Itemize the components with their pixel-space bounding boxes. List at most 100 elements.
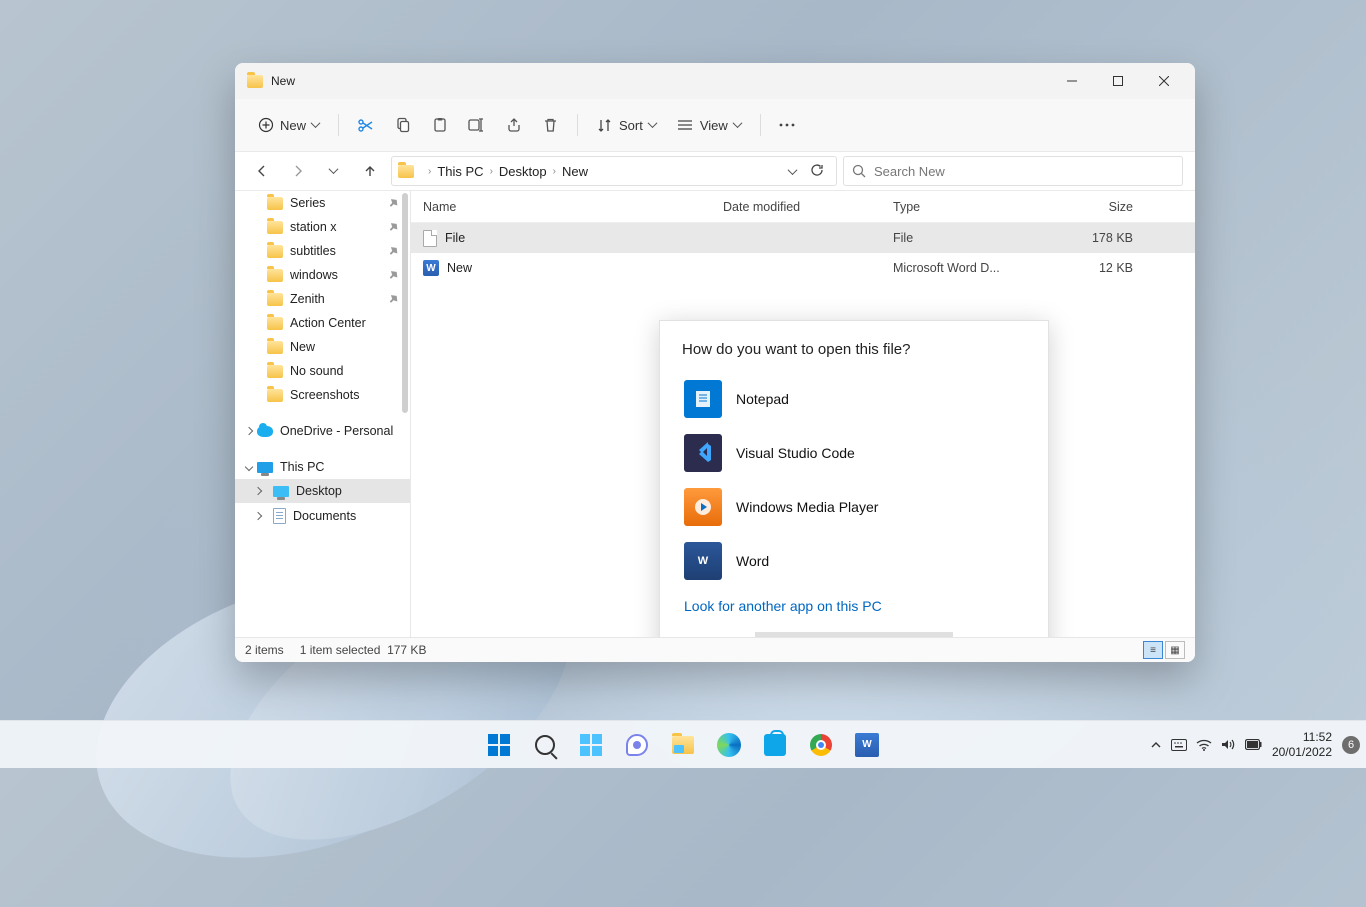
sidebar-item-screenshots[interactable]: Screenshots xyxy=(235,383,410,407)
cut-button[interactable] xyxy=(349,111,382,140)
folder-icon xyxy=(267,293,283,306)
expand-icon[interactable] xyxy=(255,511,265,521)
clipboard-icon xyxy=(431,117,448,134)
file-row[interactable]: New Microsoft Word D... 12 KB xyxy=(411,253,1195,283)
word-doc-icon xyxy=(423,260,439,276)
chrome-button[interactable] xyxy=(801,725,841,765)
pc-icon xyxy=(257,462,273,473)
explorer-body: Series station x subtitles windows Zenit… xyxy=(235,191,1195,637)
recent-button[interactable] xyxy=(319,156,349,186)
sidebar-item-series[interactable]: Series xyxy=(235,191,410,215)
chevron-down-icon xyxy=(649,121,657,129)
ok-button[interactable]: OK xyxy=(755,632,953,637)
col-type[interactable]: Type xyxy=(893,200,1063,214)
copy-button[interactable] xyxy=(386,111,419,140)
chevron-up-icon[interactable] xyxy=(1150,739,1162,751)
sidebar-item-desktop[interactable]: Desktop xyxy=(235,479,410,503)
open-with-dialog: How do you want to open this file? Notep… xyxy=(659,320,1049,637)
wifi-icon[interactable] xyxy=(1196,739,1212,751)
time: 11:52 xyxy=(1272,730,1332,744)
column-headers[interactable]: Name Date modified Type Size xyxy=(411,191,1195,223)
close-button[interactable] xyxy=(1141,63,1187,99)
start-button[interactable] xyxy=(479,725,519,765)
search-button[interactable] xyxy=(525,725,565,765)
battery-icon[interactable] xyxy=(1245,739,1262,750)
sidebar-scrollbar[interactable] xyxy=(400,191,410,637)
ellipsis-icon xyxy=(779,117,796,134)
app-option-word[interactable]: W Word xyxy=(682,534,1026,588)
file-icon xyxy=(423,230,437,247)
col-size[interactable]: Size xyxy=(1063,200,1143,214)
notification-badge[interactable]: 6 xyxy=(1342,736,1360,754)
share-button[interactable] xyxy=(497,111,530,140)
sidebar-item-windows[interactable]: windows xyxy=(235,263,410,287)
address-dropdown[interactable] xyxy=(785,168,800,175)
system-tray[interactable]: 11:52 20/01/2022 6 xyxy=(1150,730,1360,759)
trash-icon xyxy=(542,117,559,134)
folder-icon xyxy=(267,317,283,330)
word-icon: W xyxy=(684,542,722,580)
forward-button[interactable] xyxy=(283,156,313,186)
icons-view-button[interactable]: ▦ xyxy=(1165,641,1185,659)
widgets-button[interactable] xyxy=(571,725,611,765)
col-name[interactable]: Name xyxy=(423,200,723,214)
refresh-button[interactable] xyxy=(804,163,830,180)
new-button[interactable]: New xyxy=(249,111,328,140)
edge-button[interactable] xyxy=(709,725,749,765)
sidebar-item-onedrive[interactable]: OneDrive - Personal xyxy=(235,419,410,443)
sidebar-item-thispc[interactable]: This PC xyxy=(235,455,410,479)
tray-icons[interactable] xyxy=(1150,738,1262,751)
notepad-icon xyxy=(684,380,722,418)
maximize-button[interactable] xyxy=(1095,63,1141,99)
expand-icon[interactable] xyxy=(255,486,265,496)
app-option-notepad[interactable]: Notepad xyxy=(682,372,1026,426)
sidebar-item-documents[interactable]: Documents xyxy=(235,503,410,529)
rename-button[interactable] xyxy=(460,111,493,140)
file-explorer-window: New New Sort View xyxy=(235,63,1195,662)
minimize-button[interactable] xyxy=(1049,63,1095,99)
view-label: View xyxy=(700,118,728,133)
word-button[interactable] xyxy=(847,725,887,765)
folder-icon xyxy=(267,365,283,378)
view-button[interactable]: View xyxy=(669,111,750,140)
title-bar[interactable]: New xyxy=(235,63,1195,99)
sidebar-item-new[interactable]: New xyxy=(235,335,410,359)
delete-button[interactable] xyxy=(534,111,567,140)
col-date[interactable]: Date modified xyxy=(723,200,893,214)
file-row[interactable]: File File 178 KB xyxy=(411,223,1195,253)
paste-button[interactable] xyxy=(423,111,456,140)
breadcrumb-pc[interactable]: This PC xyxy=(437,164,483,179)
file-explorer-button[interactable] xyxy=(663,725,703,765)
sidebar-item-zenith[interactable]: Zenith xyxy=(235,287,410,311)
sort-icon xyxy=(596,117,613,134)
folder-icon xyxy=(247,75,263,88)
navigation-pane[interactable]: Series station x subtitles windows Zenit… xyxy=(235,191,411,637)
breadcrumb-new[interactable]: New xyxy=(562,164,588,179)
address-bar[interactable]: › This PC › Desktop › New xyxy=(391,156,837,186)
back-button[interactable] xyxy=(247,156,277,186)
more-apps-link[interactable]: Look for another app on this PC xyxy=(682,588,1026,618)
breadcrumb-desktop[interactable]: Desktop xyxy=(499,164,547,179)
chat-button[interactable] xyxy=(617,725,657,765)
more-button[interactable] xyxy=(771,111,804,140)
collapse-icon[interactable] xyxy=(246,462,256,472)
sidebar-item-nosound[interactable]: No sound xyxy=(235,359,410,383)
sidebar-item-subtitles[interactable]: subtitles xyxy=(235,239,410,263)
chevron-right-icon: › xyxy=(426,166,433,177)
sidebar-item-actioncenter[interactable]: Action Center xyxy=(235,311,410,335)
up-button[interactable] xyxy=(355,156,385,186)
keyboard-icon[interactable] xyxy=(1171,739,1187,751)
sidebar-item-stationx[interactable]: station x xyxy=(235,215,410,239)
taskbar[interactable]: 11:52 20/01/2022 6 xyxy=(0,720,1366,768)
app-option-vscode[interactable]: Visual Studio Code xyxy=(682,426,1026,480)
app-option-wmp[interactable]: Windows Media Player xyxy=(682,480,1026,534)
details-view-button[interactable]: ≡ xyxy=(1143,641,1163,659)
sort-button[interactable]: Sort xyxy=(588,111,665,140)
volume-icon[interactable] xyxy=(1221,738,1236,751)
copy-icon xyxy=(394,117,411,134)
search-box[interactable]: Search New xyxy=(843,156,1183,186)
expand-icon[interactable] xyxy=(246,426,256,436)
new-label: New xyxy=(280,118,306,133)
clock[interactable]: 11:52 20/01/2022 xyxy=(1272,730,1332,759)
store-button[interactable] xyxy=(755,725,795,765)
